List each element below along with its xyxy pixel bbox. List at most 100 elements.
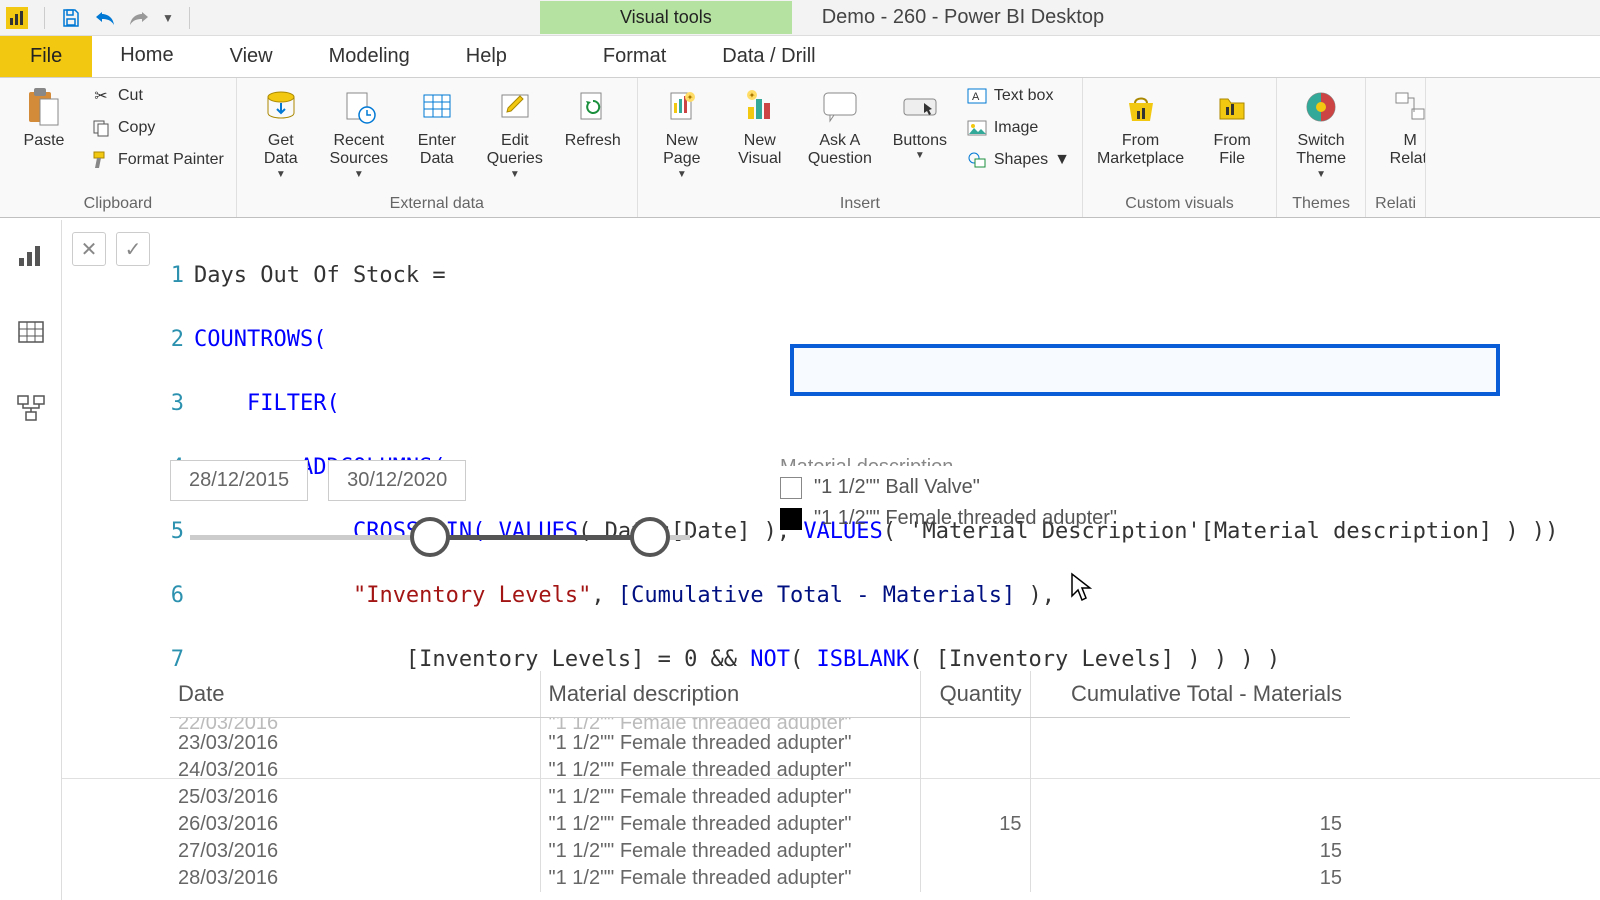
get-data-button[interactable]: Get Data▼ [245,82,317,184]
shapes-icon [966,149,988,171]
image-button[interactable]: Image [962,114,1074,142]
edit-queries-label: Edit Queries [487,132,543,169]
tab-format[interactable]: Format [575,36,694,77]
group-custom-visuals: From Marketplace From File Custom visual… [1083,78,1277,217]
report-view-icon[interactable] [13,238,49,274]
new-page-button[interactable]: ✦New Page▼ [646,82,718,184]
enter-data-button[interactable]: Enter Data [401,82,473,173]
col-header-quantity[interactable]: Quantity [920,671,1030,718]
qat-dropdown-icon[interactable]: ▼ [159,4,177,32]
tab-home[interactable]: Home [92,36,201,77]
slicer-item-ball-valve[interactable]: "1 1/2"" Ball Valve" [780,472,1117,503]
col-header-cumulative[interactable]: Cumulative Total - Materials [1030,671,1350,718]
slicer-item-female-adapter[interactable]: "1 1/2"" Female threaded adupter" [780,503,1117,534]
cell-quantity [920,757,1030,784]
cell-quantity: 15 [920,811,1030,838]
save-icon[interactable] [57,4,85,32]
text-box-label: Text box [994,87,1054,105]
formula-cancel-button[interactable]: ✕ [72,232,106,266]
group-insert: ✦New Page▼ ✦New Visual Ask A Question Bu… [638,78,1083,217]
cell-material: "1 1/2"" Female threaded adupter" [540,757,920,784]
slider-handle-start[interactable] [410,517,450,557]
edit-queries-button[interactable]: Edit Queries▼ [479,82,551,184]
from-marketplace-label: From Marketplace [1097,132,1184,169]
cut-icon: ✂ [90,85,112,107]
group-external-data-title: External data [245,193,629,215]
slider-handle-end[interactable] [630,517,670,557]
quick-access-toolbar: ▼ [34,4,200,32]
copy-label: Copy [118,119,155,137]
text-box-button[interactable]: AText box [962,82,1074,110]
table-row[interactable]: 25/03/2016 "1 1/2"" Female threaded adup… [170,784,1350,811]
checkbox-checked-icon[interactable] [780,508,802,530]
get-data-label: Get Data [264,132,298,169]
slicer-item-1-label: "1 1/2"" Ball Valve" [814,476,980,499]
cell-material: "1 1/2"" Female threaded adupter" [540,784,920,811]
caret-icon: ▼ [276,169,286,181]
paste-button[interactable]: Paste [8,82,80,154]
report-canvas[interactable]: 28/12/2015 30/12/2020 Material descripti… [170,460,1600,892]
from-file-button[interactable]: From File [1196,82,1268,173]
caret-icon: ▼ [677,169,687,181]
recent-sources-button[interactable]: Recent Sources▼ [323,82,395,184]
material-slicer[interactable]: Material description "1 1/2"" Ball Valve… [780,456,1117,534]
table-row[interactable]: 28/03/2016 "1 1/2"" Female threaded adup… [170,865,1350,892]
copy-button[interactable]: Copy [86,114,228,142]
format-painter-button[interactable]: Format Painter [86,146,228,174]
group-themes-title: Themes [1285,193,1357,215]
date-slider[interactable] [190,515,690,561]
col-header-date[interactable]: Date [170,671,540,718]
visual-tools-context-tab: Visual tools [540,1,792,34]
tab-view[interactable]: View [202,36,301,77]
model-view-icon[interactable] [13,390,49,426]
redo-icon[interactable] [125,4,153,32]
new-page-icon: ✦ [661,86,703,128]
caret-icon: ▼ [510,169,520,181]
cell-date: 25/03/2016 [170,784,540,811]
tab-file[interactable]: File [0,36,92,77]
caret-icon: ▼ [1054,151,1070,169]
from-marketplace-button[interactable]: From Marketplace [1091,82,1190,173]
from-file-icon [1211,86,1253,128]
tab-data-drill[interactable]: Data / Drill [694,36,843,77]
table-row[interactable]: 27/03/2016 "1 1/2"" Female threaded adup… [170,838,1350,865]
table-row[interactable]: 22/03/2016 "1 1/2"" Female threaded adup… [170,718,1350,731]
ask-a-question-button[interactable]: Ask A Question [802,82,878,173]
cell-cumulative: 15 [1030,811,1350,838]
cell-material: "1 1/2"" Female threaded adupter" [540,865,920,892]
shapes-button[interactable]: Shapes ▼ [962,146,1074,174]
enter-data-label: Enter Data [418,132,456,169]
refresh-button[interactable]: Refresh [557,82,629,154]
group-themes: Switch Theme▼ Themes [1277,78,1366,217]
cell-cumulative: 15 [1030,838,1350,865]
checkbox-unchecked-icon[interactable] [780,477,802,499]
switch-theme-button[interactable]: Switch Theme▼ [1285,82,1357,184]
tab-help[interactable]: Help [438,36,535,77]
buttons-button[interactable]: Buttons▼ [884,82,956,166]
new-visual-label: New Visual [738,132,781,169]
formula-commit-button[interactable]: ✓ [116,232,150,266]
cell-date: 26/03/2016 [170,811,540,838]
new-visual-button[interactable]: ✦New Visual [724,82,796,173]
col-header-material[interactable]: Material description [540,671,920,718]
cut-button[interactable]: ✂Cut [86,82,228,110]
cell-cumulative [1030,757,1350,784]
undo-icon[interactable] [91,4,119,32]
cell-cumulative: 15 [1030,865,1350,892]
slider-track-fill [420,535,640,540]
date-to-input[interactable]: 30/12/2020 [328,460,466,501]
cell-material: "1 1/2"" Female threaded adupter" [540,811,920,838]
table-row[interactable]: 24/03/2016 "1 1/2"" Female threaded adup… [170,757,1350,784]
cell-date: 24/03/2016 [170,757,540,784]
manage-relationships-button[interactable]: M Relati [1374,82,1426,173]
ribbon: Paste ✂Cut Copy Format Painter Clipboard… [0,78,1600,218]
dax-line-3: FILTER( [247,391,340,416]
edit-queries-icon [494,86,536,128]
data-view-icon[interactable] [13,314,49,350]
table-row[interactable]: 23/03/2016 "1 1/2"" Female threaded adup… [170,730,1350,757]
table-visual[interactable]: Date Material description Quantity Cumul… [170,671,1350,892]
table-row[interactable]: 26/03/2016 "1 1/2"" Female threaded adup… [170,811,1350,838]
date-from-input[interactable]: 28/12/2015 [170,460,308,501]
tab-modeling[interactable]: Modeling [301,36,438,77]
recent-sources-icon [338,86,380,128]
